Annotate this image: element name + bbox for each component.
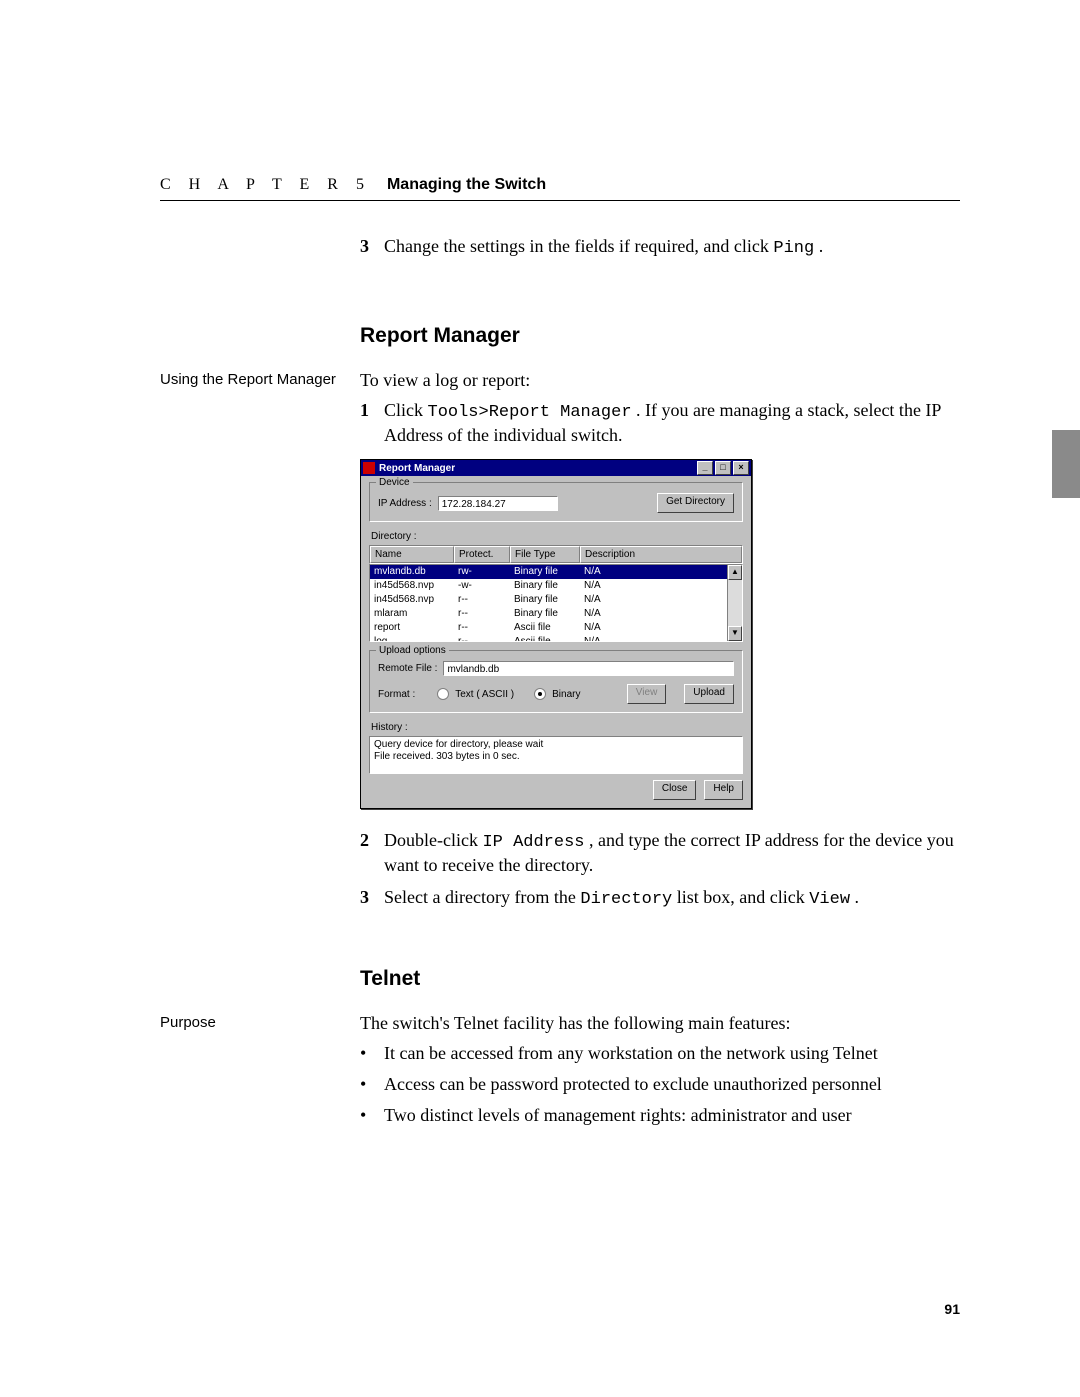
step-number: 3 — [360, 235, 384, 260]
bullet-icon: • — [360, 1104, 384, 1127]
step-number: 1 — [360, 399, 384, 447]
directory-label: Directory : — [371, 530, 743, 543]
maximize-button[interactable]: □ — [715, 461, 731, 475]
bullet-icon: • — [360, 1042, 384, 1065]
page: C H A P T E R 5 Managing the Switch 3 Ch… — [0, 0, 1080, 1397]
col-description[interactable]: Description — [580, 546, 742, 563]
margin-note-purpose: Purpose — [160, 1012, 360, 1136]
step-number: 3 — [360, 886, 384, 911]
bullet-icon: • — [360, 1073, 384, 1096]
chapter-title: Managing the Switch — [387, 176, 546, 193]
code-directory: Directory — [580, 890, 672, 909]
rm-step-3: 3 Select a directory from the Directory … — [360, 886, 960, 911]
device-legend: Device — [376, 476, 413, 489]
thumb-tab — [1052, 430, 1080, 498]
list-row[interactable]: report r-- Ascii file N/A — [370, 621, 742, 635]
col-name[interactable]: Name — [370, 546, 454, 563]
rm-step-1: 1 Click Tools>Report Manager . If you ar… — [360, 399, 960, 447]
content: 3 Change the settings in the fields if r… — [160, 235, 960, 1142]
code-tools-rm: Tools>Report Manager — [428, 403, 632, 422]
list-row[interactable]: log r-- Ascii file N/A — [370, 635, 742, 642]
bullet-text: Two distinct levels of management rights… — [384, 1104, 852, 1127]
rm-step-2: 2 Double-click IP Address , and type the… — [360, 829, 960, 877]
format-label: Format : — [378, 688, 415, 701]
minimize-button[interactable]: _ — [697, 461, 713, 475]
step-text-after: . — [819, 236, 824, 256]
scroll-down-icon[interactable]: ▼ — [728, 626, 742, 641]
remote-file-label: Remote File : — [378, 662, 437, 675]
bullet-text: Access can be password protected to excl… — [384, 1073, 882, 1096]
code-view: View — [809, 890, 850, 909]
rm-intro: To view a log or report: — [360, 369, 960, 392]
list-row[interactable]: in45d568.nvp r-- Binary file N/A — [370, 593, 742, 607]
bullet-text: It can be accessed from any workstation … — [384, 1042, 878, 1065]
list-row[interactable]: mvlandb.db rw- Binary file N/A — [370, 565, 742, 579]
directory-listbox[interactable]: Name Protect. File Type Description mvla… — [369, 545, 743, 642]
col-protect[interactable]: Protect. — [454, 546, 510, 563]
list-header: Name Protect. File Type Description — [369, 545, 743, 564]
app-icon — [363, 462, 375, 474]
step-number: 2 — [360, 829, 384, 877]
code-ip-address: IP Address — [482, 833, 584, 852]
step-3-ping: 3 Change the settings in the fields if r… — [360, 235, 960, 260]
report-manager-dialog: Report Manager _ □ × Device IP Address : — [360, 459, 752, 809]
col-filetype[interactable]: File Type — [510, 546, 580, 563]
heading-telnet: Telnet — [360, 965, 960, 992]
bullet-item: • Two distinct levels of management righ… — [360, 1104, 960, 1127]
header-rule — [160, 200, 960, 201]
history-label: History : — [371, 721, 743, 734]
top-step-row: 3 Change the settings in the fields if r… — [160, 235, 960, 268]
close-dialog-button[interactable]: Close — [653, 780, 697, 800]
upload-options-group: Upload options Remote File : mvlandb.db … — [369, 650, 743, 713]
device-group: Device IP Address : 172.28.184.27 Get Di… — [369, 482, 743, 522]
ip-label: IP Address : — [378, 497, 432, 510]
list-row[interactable]: mlaram r-- Binary file N/A — [370, 607, 742, 621]
list-row[interactable]: in45d568.nvp -w- Binary file N/A — [370, 579, 742, 593]
bullet-item: • It can be accessed from any workstatio… — [360, 1042, 960, 1065]
radio-binary-label: Binary — [552, 688, 580, 701]
history-line: File received. 303 bytes in 0 sec. — [374, 751, 738, 763]
step-text: Change the settings in the fields if req… — [384, 236, 773, 256]
help-button[interactable]: Help — [704, 780, 743, 800]
upload-options-legend: Upload options — [376, 644, 449, 657]
page-number: 91 — [944, 1301, 960, 1317]
heading-report-manager: Report Manager — [360, 322, 960, 349]
telnet-intro: The switch's Telnet facility has the fol… — [360, 1012, 960, 1035]
code-ping: Ping — [773, 239, 814, 258]
radio-binary[interactable] — [534, 688, 546, 700]
chapter-label: C H A P T E R 5 — [160, 176, 371, 193]
scroll-up-icon[interactable]: ▲ — [728, 565, 742, 580]
running-header: C H A P T E R 5 Managing the Switch — [160, 176, 960, 194]
view-button[interactable]: View — [627, 684, 667, 704]
upload-button[interactable]: Upload — [684, 684, 734, 704]
remote-file-input[interactable]: mvlandb.db — [443, 661, 734, 676]
close-button[interactable]: × — [733, 461, 749, 475]
dialog-title: Report Manager — [379, 462, 455, 475]
radio-text-label: Text ( ASCII ) — [455, 688, 514, 701]
bullet-item: • Access can be password protected to ex… — [360, 1073, 960, 1096]
dialog-titlebar: Report Manager _ □ × — [361, 460, 751, 476]
margin-note-using-rm: Using the Report Manager — [160, 369, 360, 918]
history-box: Query device for directory, please wait … — [369, 736, 743, 774]
get-directory-button[interactable]: Get Directory — [657, 493, 734, 513]
history-line: Query device for directory, please wait — [374, 739, 738, 751]
radio-text[interactable] — [437, 688, 449, 700]
ip-address-input[interactable]: 172.28.184.27 — [438, 496, 558, 511]
report-manager-screenshot: Report Manager _ □ × Device IP Address : — [360, 459, 960, 809]
list-scrollbar[interactable]: ▲ ▼ — [727, 565, 742, 641]
